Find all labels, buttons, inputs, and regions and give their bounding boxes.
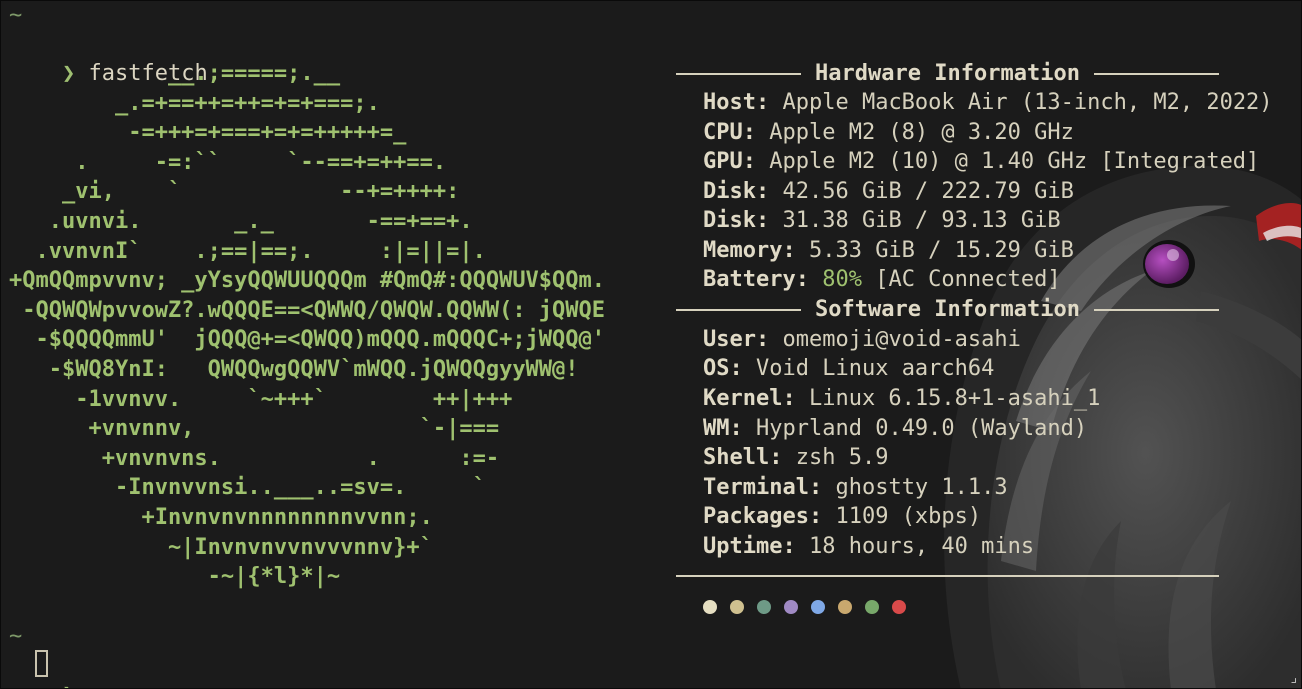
info-value: 31.38 GiB / 93.13 GiB [769,208,1061,233]
divider [1093,308,1219,311]
info-key: WM: [703,416,743,441]
prompt-line: ❯ fastfetch [9,30,208,86]
palette-swatch [784,600,798,614]
terminal-cursor-icon[interactable] [35,650,48,677]
logo-line: .vvnvnI` .;==|==;. :|=||=|. [9,238,486,264]
info-row-host: Host: Apple MacBook Air (13-inch, M2, 20… [703,88,1273,117]
info-key: Kernel: [703,386,796,411]
info-row-disk-1: Disk: 42.56 GiB / 222.79 GiB [703,177,1074,206]
logo-line: _.=+==++=++=+=+===;. [9,90,380,116]
info-row-cpu: CPU: Apple M2 (8) @ 3.20 GHz [703,118,1074,147]
info-key: Host: [703,90,770,115]
info-row-gpu: GPU: Apple M2 (10) @ 1.40 GHz [Integrate… [703,147,1259,176]
info-row-terminal: Terminal: ghostty 1.1.3 [703,473,1008,502]
hardware-header-title: Hardware Information [815,61,1080,86]
info-row-os: OS: Void Linux aarch64 [703,354,994,383]
info-row-disk-2: Disk: 31.38 GiB / 93.13 GiB [703,206,1061,235]
prompt-chevron-icon: ❯ [62,682,75,688]
info-value: 42.56 GiB / 222.79 GiB [769,179,1074,204]
info-value: Linux 6.15.8+1-asahi_1 [795,386,1101,411]
info-row-uptime: Uptime: 18 hours, 40 mins [703,532,1034,561]
info-row-user: User: omemoji@void-asahi [703,325,1021,354]
info-value: Apple MacBook Air (13-inch, M2, 2022) [769,90,1273,115]
logo-line: +vnvnvns. . :=- [9,445,500,471]
info-row-memory: Memory: 5.33 GiB / 15.29 GiB [703,236,1074,265]
info-value: ghostty 1.1.3 [822,475,1008,500]
info-value: omemoji@void-asahi [769,327,1021,352]
info-key: Shell: [703,445,783,470]
info-key: OS: [703,356,743,381]
logo-line: -$QQQQmmU' jQQQ@+=<QWQQ)mQQQ.mQQQC+;jWQQ… [9,327,606,353]
prompt-cwd-tilde: ~ [9,624,23,649]
logo-line: -QQWQWpvvowZ?.wQQQE==<QWWQ/QWQW.QQWW(: j… [9,297,606,323]
divider [676,308,802,311]
palette-swatch [838,600,852,614]
divider [676,72,802,75]
info-key: GPU: [703,149,756,174]
terminal-window[interactable]: ~ ❯ fastfetch __.;=====;.__ _.=+==++=++=… [0,0,1302,689]
logo-line: +QmQQmpvvnv; _yYsyQQWUUQQQm #QmQ#:QQQWUV… [9,268,606,294]
info-key: Memory: [703,238,796,263]
palette-swatch [703,600,717,614]
software-section-header: Software Information [676,295,1219,324]
info-key: Battery: [703,267,809,292]
hardware-section-header: Hardware Information [676,59,1219,88]
logo-line: __.;=====;.__ [9,61,341,86]
palette-swatch [757,600,771,614]
info-key: User: [703,327,770,352]
prompt-cwd-tilde: ~ [9,3,23,28]
info-value: Void Linux aarch64 [742,356,995,381]
info-value: 18 hours, 40 mins [795,534,1035,559]
info-value: zsh 5.9 [782,445,889,470]
corner-resize-icon[interactable]: ⌟ [1290,670,1298,686]
software-header-title: Software Information [815,297,1080,322]
info-row-packages: Packages: 1109 (xbps) [703,502,981,531]
divider [676,575,1219,577]
info-value: 1109 (xbps) [822,504,982,529]
info-key: Terminal: [703,475,823,500]
logo-line: +vnvnnv, `-|=== [9,416,500,442]
info-row-battery: Battery: 80% [AC Connected] [703,265,1061,294]
palette-swatch [892,600,906,614]
info-key: CPU: [703,120,756,145]
palette-swatch [730,600,744,614]
color-palette [703,600,906,614]
logo-line: ~|Invnvnvvnvvvnnv}+` [9,534,433,560]
logo-line: -~|{*l}*|~ [9,564,341,590]
info-value: 5.33 GiB / 15.29 GiB [795,238,1074,263]
info-row-shell: Shell: zsh 5.9 [703,443,888,472]
logo-line: .uvnvi. _._ -==+==+. [9,208,473,234]
logo-line: _vi, ` --+=++++: [9,179,460,205]
divider [1093,72,1219,75]
info-key: Uptime: [703,534,796,559]
palette-swatch [865,600,879,614]
info-value: Hyprland 0.49.0 (Wayland) [742,416,1088,441]
battery-status: [AC Connected] [861,267,1061,292]
info-value: Apple M2 (10) @ 1.40 GHz [Integrated] [755,149,1260,174]
info-key: Disk: [703,208,770,233]
logo-line: -1vvnvv. `~+++` ++|+++ [9,386,513,412]
logo-line: . -=:`` `--==+=++==. [9,149,447,175]
logo-line: -$WQ8YnI: QWQQwgQQWV`mWQQ.jQWQQgyyWW@! [9,356,579,382]
info-key: Disk: [703,179,770,204]
palette-swatch [811,600,825,614]
logo-line: -=+++=+===+=+=+++++=_ [9,120,407,146]
void-linux-ascii-logo: __.;=====;.__ _.=+==++=++=+=+===;. -=+++… [9,59,605,592]
battery-percent: 80% [808,267,862,292]
info-key: Packages: [703,504,823,529]
info-row-wm: WM: Hyprland 0.49.0 (Wayland) [703,414,1087,443]
info-row-kernel: Kernel: Linux 6.15.8+1-asahi_1 [703,384,1100,413]
logo-line: +Invnvnvnnnnnnnnvvnn;. [9,504,433,530]
info-value: Apple M2 (8) @ 3.20 GHz [755,120,1074,145]
logo-line: -Invnvvnsi..___..=sv=. ` [9,475,486,501]
